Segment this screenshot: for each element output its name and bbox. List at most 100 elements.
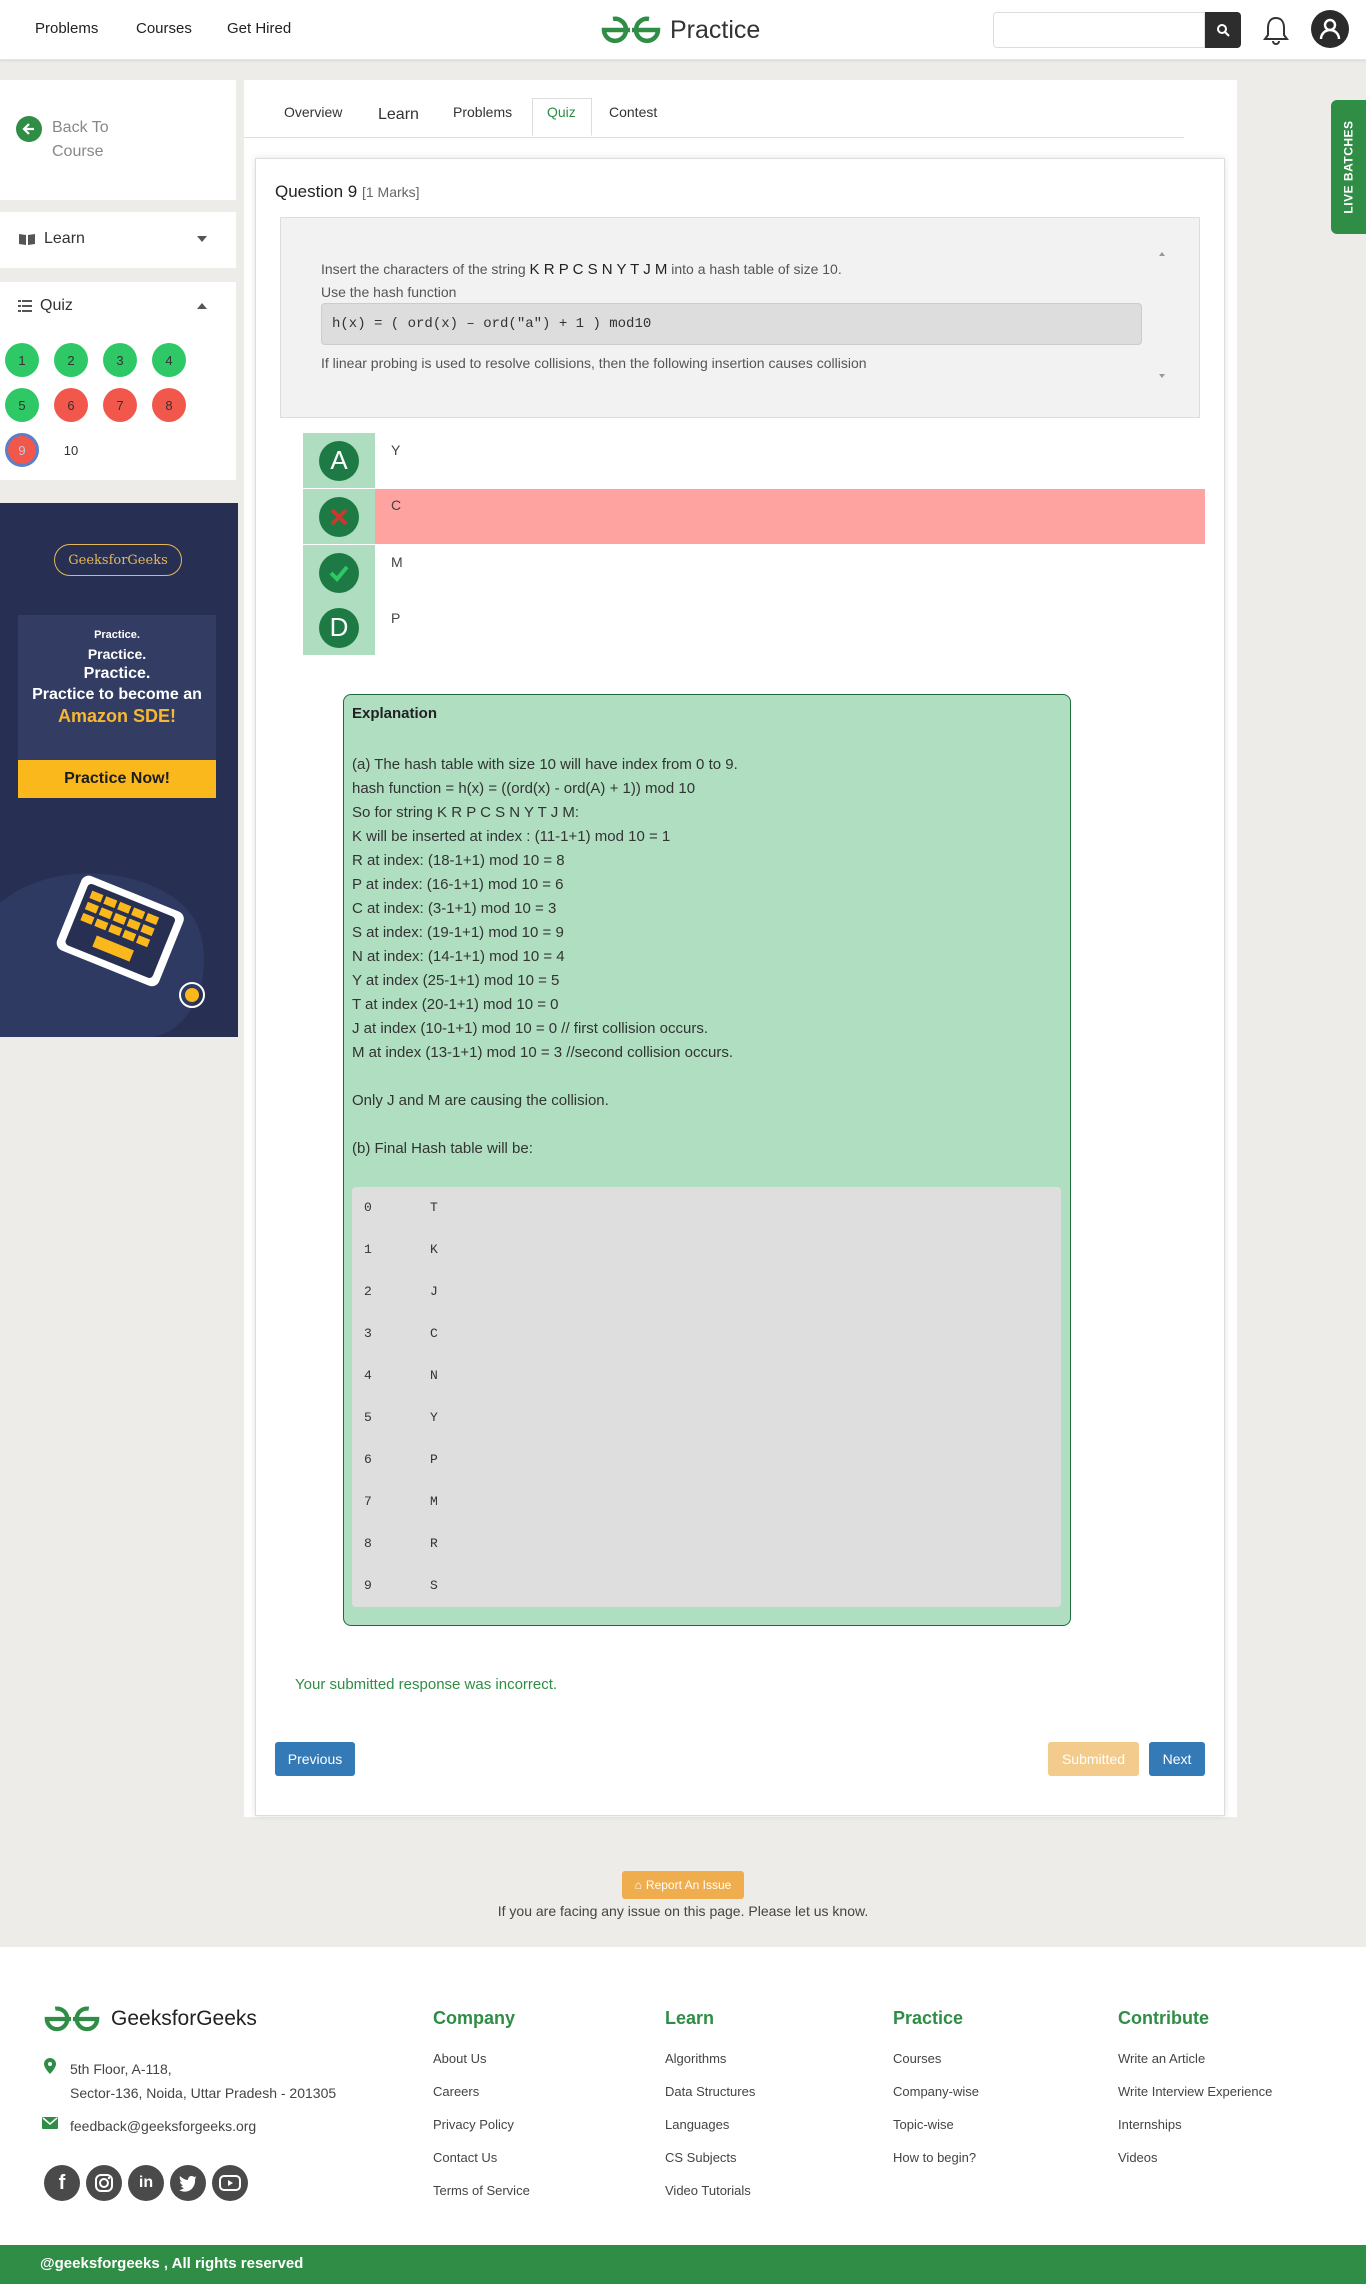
footer-column-title: Contribute	[1118, 2008, 1209, 2028]
next-button[interactable]: Next	[1149, 1742, 1205, 1776]
hash-value: M	[430, 1494, 438, 1509]
tab-divider	[244, 137, 1184, 138]
footer-brand-name: GeeksforGeeks	[111, 2007, 257, 2030]
hash-index: 5	[364, 1410, 372, 1425]
option-a-badge[interactable]: A	[303, 433, 375, 488]
hash-index: 3	[364, 1326, 372, 1341]
option-b-label[interactable]: C	[391, 497, 401, 513]
tab-quiz[interactable]: Quiz	[547, 104, 576, 120]
search-input[interactable]	[993, 12, 1205, 48]
explanation-line: R at index: (18-1+1) mod 10 = 8	[352, 852, 565, 869]
cross-icon	[330, 508, 348, 525]
hash-value: P	[430, 1452, 438, 1467]
footer-link[interactable]: Topic-wise	[893, 2117, 954, 2132]
explanation-line: So for string K R P C S N Y T J M:	[352, 804, 580, 821]
question-nav-3[interactable]: 3	[103, 343, 137, 377]
explanation-line: M at index (13-1+1) mod 10 = 3 //second …	[352, 1044, 734, 1061]
footer-email-link[interactable]: feedback@geeksforgeeks.org	[70, 2118, 256, 2134]
question-nav-4[interactable]: 4	[152, 343, 186, 377]
practice-logo[interactable]: Practice	[600, 12, 760, 48]
footer-link[interactable]: Write Interview Experience	[1118, 2084, 1272, 2099]
footer-link[interactable]: Courses	[893, 2051, 941, 2066]
option-b-badge[interactable]	[303, 489, 375, 544]
tab-learn[interactable]: Learn	[378, 106, 419, 124]
twitter-icon[interactable]	[170, 2165, 206, 2201]
footer-link[interactable]: About Us	[433, 2051, 486, 2066]
footer-link[interactable]: Data Structures	[665, 2084, 755, 2099]
footer-link[interactable]: Videos	[1118, 2150, 1158, 2165]
user-avatar[interactable]	[1311, 10, 1349, 48]
footer-link[interactable]: Internships	[1118, 2117, 1182, 2132]
hash-table-row: 1K	[364, 1242, 438, 1257]
footer-column-title: Company	[433, 2008, 516, 2028]
report-issue-button[interactable]: ⌂ Report An Issue	[622, 1871, 744, 1899]
question-nav-1[interactable]: 1	[5, 343, 39, 377]
nav-get-hired-link[interactable]: Get Hired	[227, 20, 291, 37]
nav-courses-link[interactable]: Courses	[136, 20, 192, 37]
question-nav-10[interactable]: 10	[54, 433, 88, 467]
footer-link[interactable]: Privacy Policy	[433, 2117, 514, 2132]
submitted-button[interactable]: Submitted	[1048, 1742, 1139, 1776]
search-button[interactable]	[1205, 12, 1241, 48]
question-nav-9-current[interactable]: 9	[5, 433, 39, 467]
hash-table-row: 6P	[364, 1452, 438, 1467]
tab-overview[interactable]: Overview	[284, 104, 342, 120]
footer-link[interactable]: Video Tutorials	[665, 2183, 751, 2198]
nav-problems-link[interactable]: Problems	[35, 20, 98, 37]
footer-link[interactable]: How to begin?	[893, 2150, 976, 2165]
question-nav-8[interactable]: 8	[152, 388, 186, 422]
footer-link[interactable]: Algorithms	[665, 2051, 726, 2066]
footer-link[interactable]: Careers	[433, 2084, 479, 2099]
question-text-line2: Use the hash function	[321, 284, 457, 300]
question-nav-7[interactable]: 7	[103, 388, 137, 422]
question-scrollbar[interactable]	[1158, 250, 1165, 380]
chevron-up-icon[interactable]	[196, 302, 208, 310]
practice-ad-banner[interactable]: GeeksforGeeks Practice. Practice. Practi…	[0, 503, 238, 1037]
previous-button[interactable]: Previous	[275, 1742, 355, 1776]
linkedin-icon[interactable]: in	[128, 2165, 164, 2201]
hash-value: J	[430, 1284, 438, 1299]
notification-bell-icon[interactable]	[1260, 14, 1292, 51]
hash-table-row: 2J	[364, 1284, 438, 1299]
question-nav-5[interactable]: 5	[5, 388, 39, 422]
option-d-label[interactable]: P	[391, 610, 400, 626]
option-d-badge[interactable]: D	[303, 600, 375, 655]
hash-index: 2	[364, 1284, 372, 1299]
hash-index: 4	[364, 1368, 372, 1383]
hash-value: C	[430, 1326, 438, 1341]
youtube-icon[interactable]	[212, 2165, 248, 2201]
option-c-badge[interactable]	[303, 545, 375, 600]
footer-link[interactable]: Company-wise	[893, 2084, 979, 2099]
explanation-line: J at index (10-1+1) mod 10 = 0 // first …	[352, 1020, 708, 1037]
option-a-label[interactable]: Y	[391, 442, 400, 458]
chevron-down-icon[interactable]	[196, 235, 208, 243]
quiz-header[interactable]: Quiz	[18, 297, 73, 315]
live-batches-label: LIVE BATCHES	[1341, 120, 1356, 214]
back-arrow-icon[interactable]	[16, 116, 42, 142]
live-batches-tab[interactable]: LIVE BATCHES	[1331, 100, 1366, 234]
tab-contest[interactable]: Contest	[609, 104, 657, 120]
submission-result-text: Your submitted response was incorrect.	[295, 1676, 558, 1693]
footer-link[interactable]: Contact Us	[433, 2150, 497, 2165]
footer-link[interactable]: Write an Article	[1118, 2051, 1205, 2066]
home-icon: ⌂	[634, 1878, 642, 1892]
instagram-icon[interactable]	[86, 2165, 122, 2201]
facebook-icon[interactable]: f	[44, 2165, 80, 2201]
hash-table-row: 3C	[364, 1326, 438, 1341]
footer-link[interactable]: Languages	[665, 2117, 729, 2132]
question-nav-2[interactable]: 2	[54, 343, 88, 377]
footer-link[interactable]: Terms of Service	[433, 2183, 530, 2198]
explanation-line	[352, 1113, 1052, 1137]
hash-index: 8	[364, 1536, 372, 1551]
option-c-label[interactable]: M	[391, 554, 403, 570]
footer-brand[interactable]: GeeksforGeeks	[43, 2005, 257, 2033]
tab-problems[interactable]: Problems	[453, 104, 512, 120]
learn-header[interactable]: Learn	[18, 230, 85, 248]
question-nav-6[interactable]: 6	[54, 388, 88, 422]
hash-index: 9	[364, 1578, 372, 1593]
footer-link[interactable]: CS Subjects	[665, 2150, 737, 2165]
location-pin-icon	[44, 2058, 56, 2074]
back-to-course-link[interactable]: Back To Course	[52, 116, 142, 164]
question-text-suffix: into a hash table of size 10.	[667, 261, 842, 277]
ad-cta-button[interactable]: Practice Now!	[18, 760, 216, 798]
